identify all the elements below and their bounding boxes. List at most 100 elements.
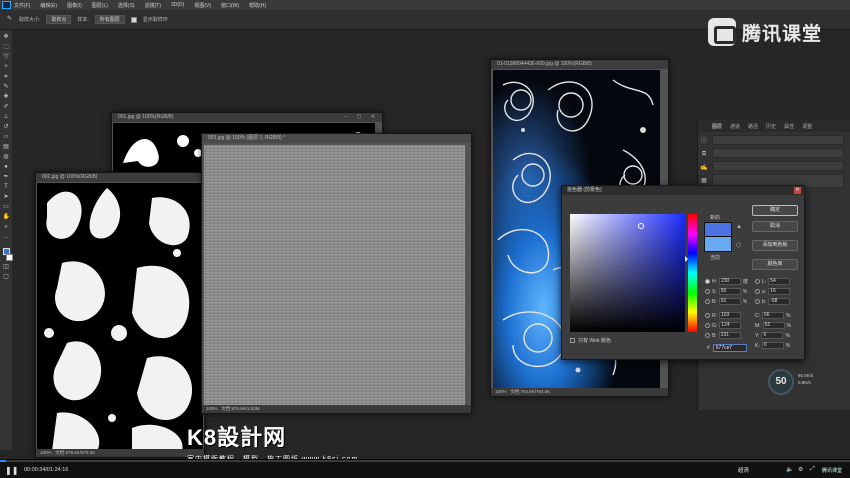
tab-history[interactable]: 历史 (766, 123, 776, 130)
shape-tool-icon[interactable]: ▭ (3, 204, 10, 211)
dodge-tool-icon[interactable]: ● (3, 164, 10, 171)
pen-tool-icon[interactable]: ✒ (3, 174, 10, 181)
eraser-tool-icon[interactable]: ▱ (3, 134, 10, 141)
more-tools-icon[interactable]: … (3, 234, 10, 241)
show-ring-checkbox[interactable] (130, 16, 137, 23)
document-window-002[interactable]: 002.jpg @ 100%(RGB/8) 100% 文档:979.6K/979… (35, 172, 205, 458)
menu-select[interactable]: 选择(S) (118, 2, 135, 9)
black-input[interactable]: 0 (761, 342, 784, 349)
red-input[interactable]: 103 (719, 312, 741, 319)
close-icon[interactable]: ✕ (794, 187, 801, 194)
brightness-radio[interactable] (705, 299, 710, 304)
menu-image[interactable]: 图像(I) (67, 2, 82, 9)
blur-tool-icon[interactable]: ◍ (3, 154, 10, 161)
tab-channels[interactable]: 通道 (730, 123, 740, 130)
settings-icon[interactable]: ⚙ (798, 466, 803, 473)
hue-radio[interactable] (705, 279, 710, 284)
ok-button[interactable]: 确定 (752, 205, 798, 216)
document-title-bar[interactable]: 003.jpg @ 100% (图层 1, RGB/8) * (202, 134, 471, 143)
saturation-brightness-field[interactable] (570, 214, 685, 332)
info-icon[interactable]: ⓘ (701, 136, 707, 145)
zoom-level[interactable]: 100% (40, 450, 52, 455)
pause-icon[interactable]: ❚❚ (5, 466, 18, 475)
a-radio[interactable] (755, 289, 760, 294)
brightness-input[interactable]: 91 (718, 298, 741, 305)
cyan-input[interactable]: 66 (762, 312, 784, 319)
document-title-bar[interactable]: 001.jpg @ 100%(RGB/8) – ▢ ✕ (112, 113, 382, 122)
document-title-bar[interactable]: 002.jpg @ 100%(RGB/8) (36, 173, 204, 182)
menu-help[interactable]: 帮助(H) (249, 2, 266, 9)
hue-slider[interactable] (688, 214, 697, 332)
quick-mask-icon[interactable]: ◫ (3, 264, 10, 271)
path-select-tool-icon[interactable]: ➤ (3, 194, 10, 201)
color-picker-title-bar[interactable]: 拾色器 (前景色) ✕ (562, 186, 804, 195)
screen-mode-icon[interactable]: ▢ (3, 274, 10, 281)
b-radio[interactable] (755, 299, 760, 304)
document-window-003[interactable]: 003.jpg @ 100% (图层 1, RGB/8) * 100% 文档:9… (201, 133, 472, 414)
zoom-tool-icon[interactable]: ⌕ (3, 224, 10, 231)
tab-properties[interactable]: 属性 (784, 123, 794, 130)
progress-track[interactable] (0, 460, 850, 462)
green-input[interactable]: 124 (719, 322, 742, 329)
linen-canvas[interactable] (204, 145, 465, 405)
hand-tool-icon[interactable]: ✋ (3, 214, 10, 221)
color-libraries-button[interactable]: 颜色库 (752, 259, 798, 270)
out-of-gamut-warning-icon[interactable]: ▲ (736, 224, 742, 230)
zoom-level[interactable]: 100% (495, 389, 507, 394)
lasso-tool-icon[interactable]: ➰ (3, 54, 10, 61)
menu-filter[interactable]: 滤镜(T) (145, 2, 161, 9)
a-input[interactable]: 16 (768, 288, 791, 295)
tab-layers[interactable]: 图层 (712, 123, 722, 130)
blue-radio[interactable] (705, 333, 710, 338)
eyedropper-icon[interactable]: ✎ (6, 16, 13, 23)
current-color-swatch[interactable] (704, 237, 732, 252)
lightness-radio[interactable] (755, 279, 760, 284)
swatches-icon[interactable]: ▦ (701, 177, 707, 184)
blend-mode-row[interactable] (712, 148, 844, 158)
green-radio[interactable] (705, 323, 710, 328)
eyedropper-tool-icon[interactable]: ✎ (3, 84, 10, 91)
damask-canvas[interactable] (37, 183, 203, 451)
web-only-option[interactable]: 只有 Web 颜色 (570, 337, 611, 344)
crop-tool-icon[interactable]: ⌗ (3, 74, 10, 81)
document-title-bar[interactable]: 01-01980044436-009.jpg @ 100%(RGB/8) (491, 60, 668, 69)
stamp-tool-icon[interactable]: ⊥ (3, 114, 10, 121)
fullscreen-icon[interactable]: ⤢ (810, 466, 815, 473)
marquee-tool-icon[interactable]: ⬚ (3, 44, 10, 51)
menu-file[interactable]: 文件(F) (14, 2, 30, 9)
saturation-input[interactable]: 55 (718, 288, 741, 295)
type-tool-icon[interactable]: T (3, 184, 10, 191)
web-only-checkbox[interactable] (570, 338, 575, 343)
healing-tool-icon[interactable]: ✚ (3, 94, 10, 101)
volume-icon[interactable]: 🔈 (786, 466, 793, 473)
brush-tool-icon[interactable]: ✐ (3, 104, 10, 111)
quick-select-tool-icon[interactable]: ✧ (3, 64, 10, 71)
history-brush-tool-icon[interactable]: ↺ (3, 124, 10, 131)
add-to-swatches-button[interactable]: 添加到色板 (752, 240, 798, 251)
lightness-input[interactable]: 54 (768, 278, 791, 285)
menu-window[interactable]: 窗口(W) (221, 2, 239, 9)
b-input[interactable]: -58 (768, 298, 791, 305)
layer-filter-row[interactable] (712, 135, 844, 145)
quality-button[interactable]: 超清 (738, 466, 749, 474)
tab-paths[interactable]: 路径 (748, 123, 758, 130)
sample-size-select[interactable]: 取样点 (46, 15, 72, 24)
hue-slider-handle[interactable] (685, 256, 688, 262)
move-tool-icon[interactable]: ✥ (3, 34, 10, 41)
magenta-input[interactable]: 52 (762, 322, 785, 329)
menu-edit[interactable]: 编辑(E) (40, 2, 57, 9)
cancel-button[interactable]: 取消 (752, 221, 798, 232)
tab-adjustments[interactable]: 调整 (802, 123, 812, 130)
window-controls-icon[interactable]: – ▢ ✕ (345, 113, 379, 122)
gradient-tool-icon[interactable]: ▤ (3, 144, 10, 151)
red-radio[interactable] (705, 313, 710, 318)
web-safe-warning-icon[interactable]: ⬡ (736, 242, 741, 249)
saturation-radio[interactable] (705, 289, 710, 294)
brush-settings-icon[interactable]: ✍ (700, 164, 707, 171)
zoom-level[interactable]: 100% (206, 406, 218, 411)
lock-row[interactable] (712, 161, 844, 171)
hex-input[interactable]: 677ce7 (712, 344, 747, 352)
menu-view[interactable]: 视图(V) (194, 2, 211, 9)
background-color-swatch[interactable] (5, 254, 13, 261)
sample-select[interactable]: 所有图层 (94, 15, 125, 24)
